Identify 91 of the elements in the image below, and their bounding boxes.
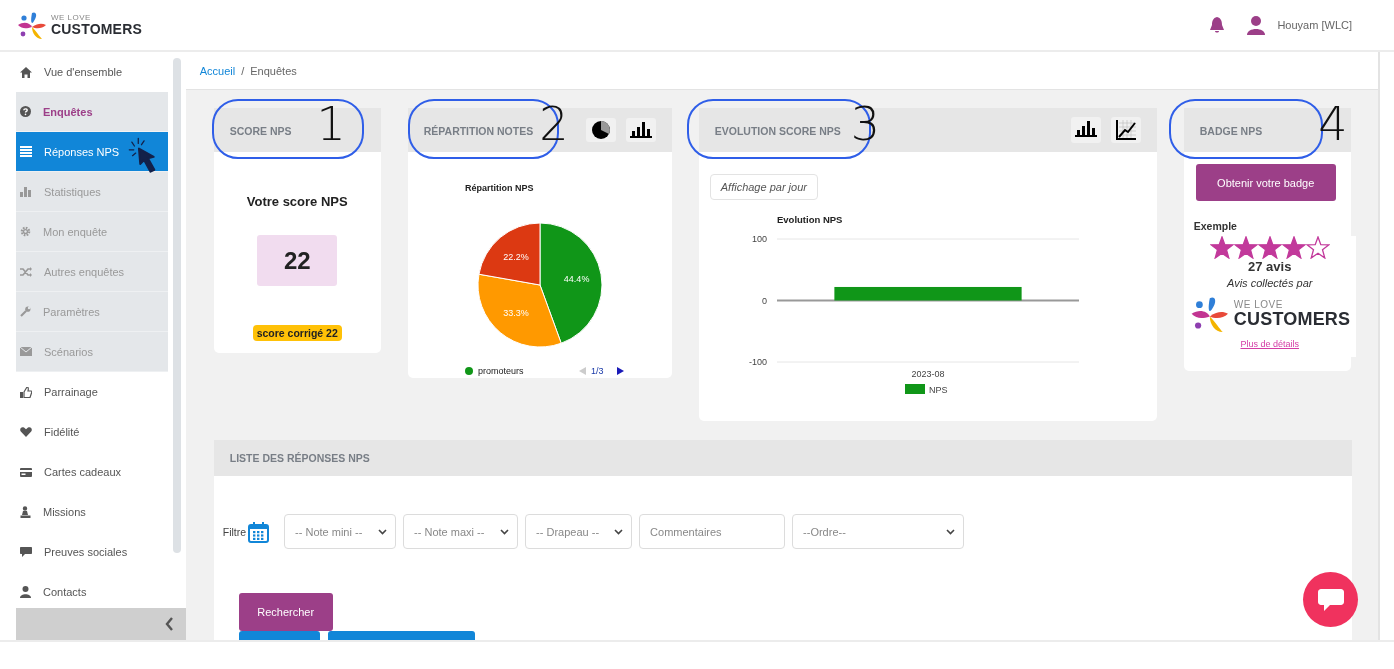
sidebar-item[interactable]: Cartes cadeaux [16, 452, 168, 492]
sidebar-item[interactable]: Fidélité [16, 412, 168, 452]
annotation-number: 1 [316, 101, 346, 147]
credit-card-icon [20, 467, 32, 477]
chess-piece-icon [20, 506, 31, 518]
bar-chart-icon[interactable] [1074, 119, 1097, 139]
axis-tick-label: 100 [751, 234, 767, 244]
logo-wordmark: CUSTOMERS [1233, 309, 1351, 328]
breadcrumb-link[interactable]: Accueil [199, 64, 236, 77]
panel-title: LISTE DES RÉPONSES NPS [229, 452, 370, 464]
sidebar-item[interactable]: Réponses NPS [16, 132, 168, 172]
axis-tick-label: -100 [748, 357, 767, 367]
chart-title: Evolution NPS [776, 214, 843, 225]
sidebar-item[interactable]: Contacts [16, 572, 168, 608]
bell-icon[interactable] [1209, 16, 1226, 34]
comments-field[interactable]: Commentaires [639, 514, 786, 549]
wrench-icon [20, 306, 31, 317]
card-title: EVOLUTION SCORE NPS [714, 125, 841, 137]
sidebar-item[interactable]: Missions [16, 492, 168, 532]
sidebar-item[interactable]: Enquêtes [16, 92, 168, 132]
score-value: 22 [257, 235, 338, 286]
question-icon [20, 106, 31, 117]
gear-icon [20, 226, 31, 237]
more-details-link[interactable]: Plus de détails [1240, 338, 1299, 349]
thumbs-up-icon [20, 386, 32, 398]
sidebar-item[interactable]: Scénarios [16, 332, 168, 372]
comment-icon [20, 547, 32, 557]
get-badge-button[interactable]: Obtenir votre badge [1195, 164, 1336, 201]
chevron-down-icon [614, 528, 624, 535]
card-title: SCORE NPS [229, 125, 292, 137]
sidebar-item[interactable]: Parrainage [16, 372, 168, 412]
sidebar-item[interactable]: Statistiques [16, 172, 168, 212]
chevron-down-icon [946, 528, 956, 535]
bar-chart-icon [20, 186, 32, 197]
star-icon [1209, 236, 1234, 259]
star-icon [1233, 236, 1258, 259]
legend-label: promoteurs [477, 366, 524, 376]
review-count: 27 avis [1248, 259, 1292, 274]
chevron-left-icon[interactable] [164, 617, 174, 631]
breadcrumb-current: Enquêtes [250, 64, 297, 77]
line-chart-icon[interactable] [1114, 119, 1137, 141]
sidebar-item[interactable]: Paramètres [16, 292, 168, 332]
user-icon[interactable] [1247, 15, 1266, 35]
user-icon [20, 586, 31, 598]
legend-dot [464, 367, 473, 375]
slice-label: 33.3% [503, 308, 529, 319]
envelope-icon [20, 347, 32, 356]
star-icon [1257, 236, 1282, 259]
filter-select[interactable]: -- Note mini -- [284, 514, 397, 549]
legend-label: NPS [928, 385, 948, 395]
logo-tagline: WE LOVE [51, 14, 92, 22]
example-label: Exemple [1193, 220, 1238, 232]
search-button[interactable]: Rechercher [238, 593, 333, 631]
axis-category-label: 2023-08 [911, 369, 945, 379]
filter-select[interactable]: --Ordre-- [792, 514, 965, 549]
card-title: RÉPARTITION NOTES [423, 125, 534, 137]
logo-wordmark: CUSTOMERS [51, 22, 142, 36]
legend-swatch [904, 384, 925, 394]
filter-select[interactable]: -- Note maxi -- [403, 514, 519, 549]
pie-chart-icon[interactable] [589, 120, 612, 140]
score-heading: Votre score NPS [246, 194, 348, 209]
heart-icon [20, 427, 32, 437]
filter-label: Filtre [222, 525, 247, 538]
page-indicator: 1/3 [590, 366, 604, 376]
next-page-icon[interactable] [616, 367, 624, 375]
star-icon [1281, 236, 1306, 259]
chevron-down-icon [378, 528, 388, 535]
sidebar-item[interactable]: Preuves sociales [16, 532, 168, 572]
logo-tagline: WE LOVE [1233, 299, 1284, 310]
filter-select[interactable]: -- Drapeau -- [525, 514, 633, 549]
chart-title: Répartition NPS [464, 183, 534, 193]
corrected-score-badge: score corrigé 22 [252, 325, 342, 341]
sidebar-item[interactable]: Mon enquête [16, 212, 168, 252]
bar-chart-icon[interactable] [629, 120, 652, 140]
slice-label: 44.4% [563, 273, 590, 284]
scrollbar[interactable] [173, 58, 181, 553]
list-icon [20, 146, 32, 157]
breadcrumb-separator: / [241, 64, 245, 77]
home-icon [20, 66, 32, 78]
display-toggle-button[interactable]: Affichage par jour [709, 174, 818, 200]
sidebar-item[interactable]: Autres enquêtes [16, 252, 168, 292]
card-title: BADGE NPS [1199, 125, 1263, 137]
axis-tick-label: 0 [761, 295, 767, 306]
slice-label: 22.2% [503, 251, 529, 262]
chat-icon [1317, 588, 1344, 611]
chevron-down-icon [500, 528, 510, 535]
shuffle-icon [20, 266, 32, 277]
calendar-icon[interactable] [248, 520, 270, 543]
sidebar-item[interactable]: Vue d'ensemble [16, 52, 168, 92]
user-name[interactable]: Houyam [WLC] [1277, 19, 1352, 31]
collected-by-text: Avis collectés par [1227, 277, 1313, 289]
